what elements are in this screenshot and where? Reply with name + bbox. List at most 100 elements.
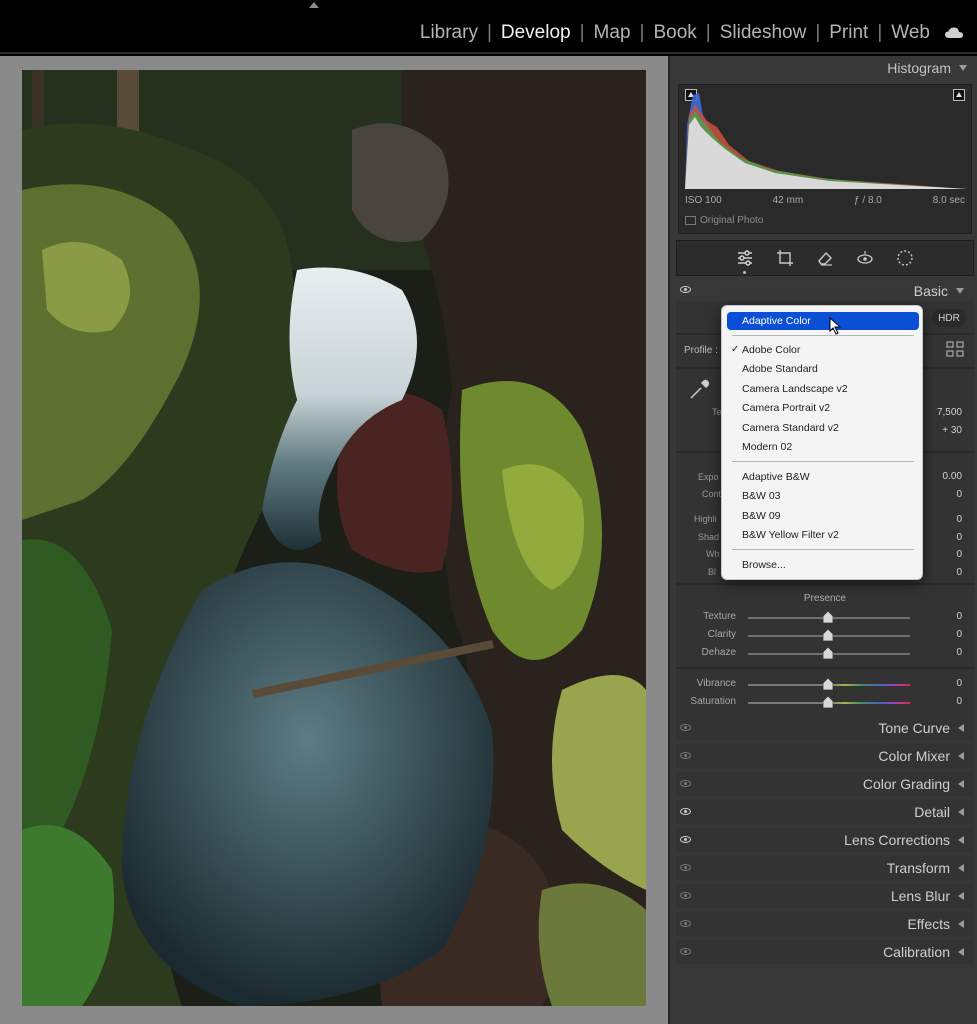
profile-browser-grid-icon[interactable]: [946, 341, 964, 357]
temp-value[interactable]: 7,500: [937, 407, 962, 418]
eye-icon[interactable]: [680, 752, 691, 759]
histogram-title: Histogram: [887, 60, 951, 76]
menu-item-adobe-color[interactable]: ✓ Adobe Color: [727, 341, 919, 359]
blacks-value[interactable]: 0: [956, 567, 962, 578]
red-eye-icon[interactable]: [856, 249, 874, 267]
highlights-value[interactable]: 0: [956, 514, 962, 525]
eye-icon[interactable]: [680, 836, 691, 843]
eye-icon[interactable]: [680, 892, 691, 899]
tint-value[interactable]: + 30: [942, 425, 962, 436]
slider-thumb-icon[interactable]: [823, 696, 833, 708]
slider-thumb-icon[interactable]: [823, 629, 833, 641]
dehaze-slider[interactable]: Dehaze 0: [676, 645, 974, 661]
menu-item-camera-standard[interactable]: Camera Standard v2: [727, 419, 919, 437]
section-color-grading[interactable]: Color Grading: [676, 772, 974, 796]
saturation-slider[interactable]: Saturation 0: [676, 694, 974, 710]
section-lens-corrections[interactable]: Lens Corrections: [676, 828, 974, 852]
saturation-label: Saturation: [690, 696, 736, 707]
clarity-label: Clarity: [707, 629, 736, 640]
module-web[interactable]: Web: [882, 22, 939, 44]
original-photo-toggle[interactable]: Original Photo: [685, 215, 763, 226]
waterfall-photo[interactable]: [22, 70, 646, 1006]
checkmark-icon: ✓: [731, 344, 740, 355]
contrast-value[interactable]: 0: [956, 489, 962, 500]
clarity-slider[interactable]: Clarity 0: [676, 627, 974, 643]
menu-item-bw-yellow-filter[interactable]: B&W Yellow Filter v2: [727, 526, 919, 544]
vibrance-label: Vibrance: [696, 678, 736, 689]
section-label: Color Grading: [862, 776, 950, 792]
slider-thumb-icon[interactable]: [823, 678, 833, 690]
exposure-label-fragment: Expo: [698, 472, 719, 482]
module-slideshow[interactable]: Slideshow: [711, 22, 816, 44]
module-book[interactable]: Book: [644, 22, 705, 44]
slider-thumb-icon[interactable]: [823, 611, 833, 623]
edit-sliders-icon[interactable]: [736, 249, 754, 274]
vibrance-slider[interactable]: Vibrance 0: [676, 676, 974, 692]
eye-icon[interactable]: [680, 724, 691, 731]
saturation-value[interactable]: 0: [956, 696, 962, 707]
eye-icon[interactable]: [680, 864, 691, 871]
crop-icon[interactable]: [776, 249, 794, 267]
mouse-cursor-icon: [829, 317, 842, 335]
texture-label: Texture: [703, 611, 736, 622]
menu-item-bw-09[interactable]: B&W 09: [727, 507, 919, 525]
section-effects[interactable]: Effects: [676, 912, 974, 936]
focal-length-value: 42 mm: [772, 195, 804, 206]
menu-item-browse[interactable]: Browse...: [727, 556, 919, 574]
menu-item-adaptive-bw[interactable]: Adaptive B&W: [727, 468, 919, 486]
presence-title: Presence: [803, 593, 847, 604]
panel-toggle-arrow-icon[interactable]: [309, 2, 319, 8]
original-photo-checkbox[interactable]: [685, 216, 696, 225]
menu-item-adaptive-color[interactable]: Adaptive Color: [727, 312, 919, 330]
eraser-heal-icon[interactable]: [816, 249, 834, 267]
white-balance-dropper-icon[interactable]: [688, 377, 712, 401]
section-transform[interactable]: Transform: [676, 856, 974, 880]
eye-icon[interactable]: [680, 808, 691, 815]
expand-arrow-icon: [958, 808, 964, 816]
texture-value[interactable]: 0: [956, 611, 962, 622]
exposure-value[interactable]: 0.00: [943, 471, 962, 482]
texture-slider[interactable]: Texture 0: [676, 609, 974, 625]
section-label: Lens Corrections: [844, 832, 950, 848]
module-map[interactable]: Map: [585, 22, 640, 44]
whites-value[interactable]: 0: [956, 549, 962, 560]
expand-arrow-icon: [958, 836, 964, 844]
menu-item-adobe-standard[interactable]: Adobe Standard: [727, 360, 919, 378]
histogram-header[interactable]: Histogram: [887, 60, 967, 76]
menu-item-camera-portrait[interactable]: Camera Portrait v2: [727, 399, 919, 417]
clarity-value[interactable]: 0: [956, 629, 962, 640]
section-lens-blur[interactable]: Lens Blur: [676, 884, 974, 908]
blacks-label-fragment: Bl: [708, 567, 717, 577]
module-develop[interactable]: Develop: [492, 22, 580, 44]
exif-info: ISO 100 42 mm ƒ / 8.0 8.0 sec: [679, 195, 971, 206]
section-label: Transform: [886, 860, 950, 876]
section-label: Lens Blur: [890, 888, 950, 904]
shadows-value[interactable]: 0: [956, 532, 962, 543]
menu-item-camera-landscape[interactable]: Camera Landscape v2: [727, 380, 919, 398]
menu-item-modern-02[interactable]: Modern 02: [727, 438, 919, 456]
basic-title: Basic: [913, 283, 948, 299]
dehaze-value[interactable]: 0: [956, 647, 962, 658]
slider-thumb-icon[interactable]: [823, 647, 833, 659]
module-library[interactable]: Library: [411, 22, 487, 44]
module-print[interactable]: Print: [820, 22, 877, 44]
menu-item-bw-03[interactable]: B&W 03: [727, 487, 919, 505]
shadows-label-fragment: Shad: [698, 532, 720, 542]
hdr-button[interactable]: HDR: [932, 309, 966, 327]
aperture-value: ƒ / 8.0: [854, 195, 882, 206]
eye-icon[interactable]: [680, 286, 691, 293]
section-color-mixer[interactable]: Color Mixer: [676, 744, 974, 768]
profile-label: Profile :: [684, 345, 718, 356]
masking-icon[interactable]: [896, 249, 914, 267]
eye-icon[interactable]: [680, 780, 691, 787]
expand-arrow-icon: [958, 724, 964, 732]
section-tone-curve[interactable]: Tone Curve: [676, 716, 974, 740]
section-detail[interactable]: Detail: [676, 800, 974, 824]
section-calibration[interactable]: Calibration: [676, 940, 974, 964]
cloud-icon[interactable]: [945, 27, 963, 39]
eye-icon[interactable]: [680, 948, 691, 955]
eye-icon[interactable]: [680, 920, 691, 927]
vibrance-value[interactable]: 0: [956, 678, 962, 689]
histogram[interactable]: ISO 100 42 mm ƒ / 8.0 8.0 sec Original P…: [678, 84, 972, 234]
whites-label-fragment: Wh: [706, 549, 720, 559]
